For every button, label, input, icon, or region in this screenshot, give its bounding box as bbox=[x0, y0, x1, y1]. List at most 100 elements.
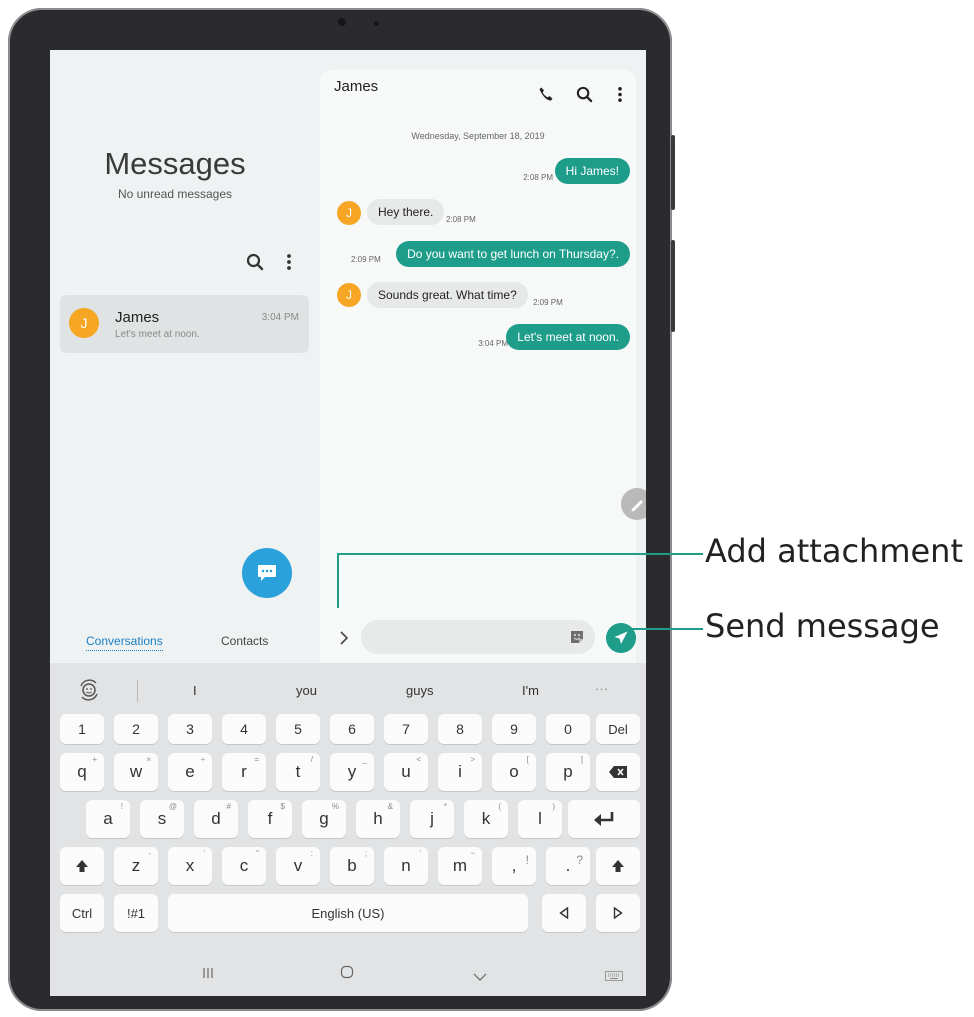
key-hint: = bbox=[254, 755, 259, 764]
key-q[interactable]: q + bbox=[60, 753, 104, 791]
outgoing-message[interactable]: Let's meet at noon. bbox=[506, 324, 630, 350]
suggestion-3[interactable]: guys bbox=[406, 683, 433, 698]
key-g[interactable]: g% bbox=[302, 800, 346, 838]
key-i[interactable]: i > bbox=[438, 753, 482, 791]
key-v[interactable]: v: bbox=[276, 847, 320, 885]
home-button[interactable] bbox=[340, 965, 354, 984]
recents-button[interactable] bbox=[202, 966, 214, 984]
add-attachment-button[interactable] bbox=[332, 626, 356, 650]
key-shift-right[interactable] bbox=[596, 847, 640, 885]
suggestion-1[interactable]: I bbox=[193, 683, 197, 698]
key-r[interactable]: r = bbox=[222, 753, 266, 791]
key-enter[interactable] bbox=[568, 800, 640, 838]
shift-icon bbox=[76, 860, 88, 872]
key-label: , bbox=[511, 856, 517, 875]
message-time: 2:09 PM bbox=[351, 255, 381, 264]
key-3[interactable]: 3 bbox=[168, 714, 212, 744]
key-j[interactable]: j * bbox=[410, 800, 454, 838]
key-h[interactable]: h & bbox=[356, 800, 400, 838]
call-button[interactable] bbox=[534, 82, 558, 106]
key-z[interactable]: z- bbox=[114, 847, 158, 885]
key-symbols[interactable]: !#1 bbox=[114, 894, 158, 932]
sticker-button[interactable] bbox=[569, 629, 585, 650]
key-0[interactable]: 0 bbox=[546, 714, 590, 744]
key-hint: _ bbox=[362, 755, 367, 764]
incoming-message[interactable]: Hey there. bbox=[367, 199, 445, 225]
key-o[interactable]: o[ bbox=[492, 753, 536, 791]
key-label: i bbox=[458, 762, 462, 781]
key-label: m bbox=[452, 856, 468, 875]
date-header: Wednesday, September 18, 2019 bbox=[411, 131, 545, 141]
backspace-icon bbox=[609, 766, 627, 778]
key-hint: ] bbox=[580, 755, 583, 764]
key-d[interactable]: d # bbox=[194, 800, 238, 838]
key-shift-left[interactable] bbox=[60, 847, 104, 885]
key-a[interactable]: a! bbox=[86, 800, 130, 838]
key-label: k bbox=[481, 809, 491, 828]
key-right-arrow[interactable] bbox=[596, 894, 640, 932]
keyboard-switch-button[interactable] bbox=[605, 968, 623, 986]
key-s[interactable]: s @ bbox=[140, 800, 184, 838]
key-1[interactable]: 1 bbox=[60, 714, 104, 744]
key-x[interactable]: x ' bbox=[168, 847, 212, 885]
key-l[interactable]: l) bbox=[518, 800, 562, 838]
conversation-preview: Let's meet at noon. bbox=[115, 329, 200, 340]
key-hint: ÷ bbox=[200, 755, 205, 764]
enter-icon bbox=[594, 812, 614, 826]
key-hint: ' bbox=[419, 849, 421, 858]
key-ctrl[interactable]: Ctrl bbox=[60, 894, 104, 932]
key-y[interactable]: y _ bbox=[330, 753, 374, 791]
chat-search-button[interactable] bbox=[572, 82, 596, 106]
suggestion-2[interactable]: you bbox=[296, 683, 317, 698]
key-4[interactable]: 4 bbox=[222, 714, 266, 744]
key-6[interactable]: 6 bbox=[330, 714, 374, 744]
key-hint: # bbox=[226, 802, 231, 811]
key-9[interactable]: 9 bbox=[492, 714, 536, 744]
callout-line-attachment bbox=[337, 553, 703, 555]
conversation-item[interactable]: J James Let's meet at noon. 3:04 PM bbox=[60, 295, 309, 353]
key-b[interactable]: b; bbox=[330, 847, 374, 885]
key-7[interactable]: 7 bbox=[384, 714, 428, 744]
tab-conversations[interactable]: Conversations bbox=[86, 634, 163, 651]
key-p[interactable]: p] bbox=[546, 753, 590, 791]
tab-contacts[interactable]: Contacts bbox=[221, 634, 268, 648]
key-n[interactable]: n ' bbox=[384, 847, 428, 885]
chat-more-button[interactable] bbox=[608, 82, 632, 106]
key-2[interactable]: 2 bbox=[114, 714, 158, 744]
key-5[interactable]: 5 bbox=[276, 714, 320, 744]
key-k[interactable]: k( bbox=[464, 800, 508, 838]
suggestion-4[interactable]: I'm bbox=[522, 683, 539, 698]
navigation-bar bbox=[50, 948, 646, 996]
incoming-message[interactable]: Sounds great. What time? bbox=[367, 282, 528, 308]
key-left-arrow[interactable] bbox=[542, 894, 586, 932]
key-backspace[interactable] bbox=[596, 753, 640, 791]
edit-button[interactable] bbox=[621, 488, 646, 520]
more-options-button[interactable] bbox=[277, 250, 301, 274]
key-hint: [ bbox=[526, 755, 529, 764]
search-button[interactable] bbox=[243, 250, 267, 274]
key-m[interactable]: m ~ bbox=[438, 847, 482, 885]
outgoing-message[interactable]: Hi James! bbox=[554, 158, 630, 184]
compose-button[interactable] bbox=[242, 548, 292, 598]
key-w[interactable]: w × bbox=[114, 753, 158, 791]
chat-contact-name: James bbox=[334, 78, 379, 95]
key-8[interactable]: 8 bbox=[438, 714, 482, 744]
key-c[interactable]: c " bbox=[222, 847, 266, 885]
more-suggestions-button[interactable]: ··· bbox=[595, 681, 608, 696]
conversation-name: James bbox=[115, 309, 160, 326]
keyboard: I you guys I'm ··· 1 2 3 4 5 6 7 8 9 0 D… bbox=[50, 663, 646, 996]
key-hint: < bbox=[416, 755, 421, 764]
message-input[interactable] bbox=[361, 620, 595, 654]
key-space[interactable]: English (US) bbox=[168, 894, 528, 932]
outgoing-message[interactable]: Do you want to get lunch on Thursday?. bbox=[396, 241, 630, 267]
more-vert-icon bbox=[287, 254, 291, 270]
hide-keyboard-button[interactable] bbox=[473, 968, 487, 986]
key-comma[interactable]: ,! bbox=[492, 847, 536, 885]
key-e[interactable]: e ÷ bbox=[168, 753, 212, 791]
emoji-switch-button[interactable] bbox=[76, 677, 102, 708]
key-u[interactable]: u < bbox=[384, 753, 428, 791]
key-t[interactable]: t / bbox=[276, 753, 320, 791]
key-del[interactable]: Del bbox=[596, 714, 640, 744]
key-period[interactable]: .? bbox=[546, 847, 590, 885]
key-f[interactable]: f $ bbox=[248, 800, 292, 838]
